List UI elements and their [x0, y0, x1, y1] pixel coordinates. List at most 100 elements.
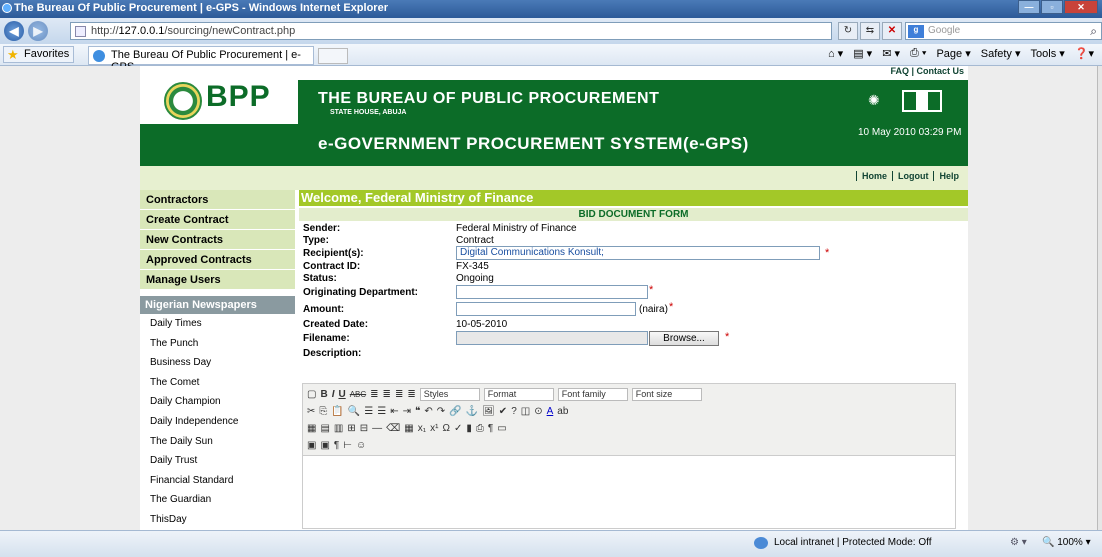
find-icon[interactable]: 🔍 [348, 406, 360, 417]
font-size-select[interactable]: Font size [631, 388, 702, 401]
print-editor-icon[interactable]: ⎙ [476, 423, 484, 434]
format-select[interactable]: Format [483, 388, 554, 401]
department-input[interactable] [456, 285, 648, 299]
styles-select[interactable]: Styles [419, 388, 480, 401]
preview-icon[interactable]: ⊙ [534, 406, 542, 417]
favorites-button[interactable]: ★ Favorites [3, 46, 75, 63]
nonbreaking-icon[interactable]: ⊢ [343, 440, 352, 451]
stop-icon[interactable]: ✕ [882, 22, 902, 40]
copy-icon[interactable]: ⎘ [319, 406, 327, 417]
cell-props-icon[interactable]: ▥ [334, 423, 343, 434]
undo-icon[interactable]: ↶ [424, 406, 432, 417]
tools-menu[interactable]: Tools ▾ [1031, 47, 1065, 60]
sidebar-item-contractors[interactable]: Contractors [140, 190, 295, 210]
row-props-icon[interactable]: ▤ [320, 423, 329, 434]
underline-icon[interactable]: U [338, 389, 345, 400]
refresh-icon[interactable]: ↻ [838, 22, 858, 40]
table-icon[interactable]: ▦ [307, 423, 316, 434]
subscript-icon[interactable]: x₁ [418, 423, 426, 434]
cleanup-icon[interactable]: ✔ [499, 406, 507, 417]
newspaper-link[interactable]: The Daily Sun [140, 432, 295, 452]
newspaper-link[interactable]: Financial Standard [140, 471, 295, 491]
justify-icon[interactable]: ≣ [407, 389, 415, 400]
help-link[interactable]: Help [933, 171, 964, 181]
omega-icon[interactable]: Ω [442, 423, 449, 434]
remove-format-icon[interactable]: ⌫ [386, 423, 400, 434]
compat-icon[interactable]: ⇆ [860, 22, 880, 40]
help-icon[interactable]: ❓▾ [1075, 47, 1094, 60]
security-zone[interactable]: Local intranet | Protected Mode: Off [752, 537, 932, 549]
protected-mode-icon[interactable]: ⚙ ▾ [1010, 537, 1027, 548]
recipients-input[interactable]: Digital Communications Konsult; [456, 246, 820, 260]
browser-tab[interactable]: The Bureau Of Public Procurement | e-GPS [88, 46, 314, 73]
text-color-icon[interactable]: A [547, 406, 554, 417]
media-icon[interactable]: ▮ [466, 423, 472, 434]
newspaper-link[interactable]: The Comet [140, 373, 295, 393]
hr-icon[interactable]: — [372, 423, 382, 434]
paste-icon[interactable]: 📋 [331, 406, 343, 417]
strikethrough-icon[interactable]: ABC [350, 390, 366, 399]
sidebar-item-manage-users[interactable]: Manage Users [140, 270, 295, 290]
new-doc-icon[interactable]: ▢ [307, 389, 316, 400]
url-input[interactable]: http://127.0.0.1/sourcing/newContract.ph… [70, 22, 832, 40]
ltr-icon[interactable]: ¶ [488, 423, 493, 434]
align-center-icon[interactable]: ≣ [383, 389, 391, 400]
newspaper-link[interactable]: Daily Times [140, 314, 295, 334]
image-icon[interactable]: 🖼 [482, 406, 495, 417]
search-input[interactable]: g Google ⌕ [905, 22, 1102, 40]
redo-icon[interactable]: ↷ [437, 406, 445, 417]
newspaper-link[interactable]: Business Day [140, 353, 295, 373]
emoticon-icon[interactable]: ☺ [356, 440, 366, 451]
sidebar-item-create-contract[interactable]: Create Contract [140, 210, 295, 230]
template-icon[interactable]: ▣ [307, 440, 316, 451]
maximize-button[interactable]: ▫ [1041, 0, 1063, 14]
rich-text-editor[interactable]: ▢ B I U ABC ≣ ≣ ≣ ≣ Styles Format Font f… [302, 383, 956, 529]
align-right-icon[interactable]: ≣ [395, 389, 403, 400]
print-icon[interactable]: ⎙ ▾ [910, 47, 926, 60]
sidebar-item-approved-contracts[interactable]: Approved Contracts [140, 250, 295, 270]
zoom-level[interactable]: 🔍 100% ▾ [1042, 537, 1091, 548]
minimize-button[interactable]: — [1018, 0, 1040, 14]
sidebar-item-new-contracts[interactable]: New Contracts [140, 230, 295, 250]
newspaper-link[interactable]: Daily Trust [140, 451, 295, 471]
logout-link[interactable]: Logout [891, 171, 934, 181]
vertical-scrollbar[interactable] [1097, 66, 1102, 530]
amount-input[interactable] [456, 302, 636, 316]
delete-row-icon[interactable]: ⊟ [360, 423, 368, 434]
cut-icon[interactable]: ✂ [307, 406, 315, 417]
visual-aid-icon[interactable]: ▦ [404, 423, 413, 434]
numbered-list-icon[interactable]: ☰ [377, 406, 386, 417]
home-icon[interactable]: ⌂ ▾ [828, 47, 843, 60]
layer-icon[interactable]: ▣ [320, 440, 329, 451]
newspaper-link[interactable]: The Guardian [140, 490, 295, 510]
browse-button[interactable]: Browse... [649, 331, 719, 346]
bold-icon[interactable]: B [320, 389, 327, 400]
italic-icon[interactable]: I [332, 389, 335, 400]
newspaper-link[interactable]: The Punch [140, 334, 295, 354]
align-left-icon[interactable]: ≣ [370, 389, 378, 400]
highlight-icon[interactable]: ab [557, 406, 568, 417]
indent-icon[interactable]: ⇥ [403, 406, 411, 417]
safety-menu[interactable]: Safety ▾ [981, 47, 1021, 60]
paragraph-icon[interactable]: ¶ [334, 440, 339, 451]
faq-contact-link[interactable]: FAQ | Contact Us [890, 66, 964, 76]
font-family-select[interactable]: Font family [557, 388, 628, 401]
newspaper-link[interactable]: ThisDay [140, 510, 295, 530]
back-icon[interactable]: ◀ [4, 21, 24, 41]
help-editor-icon[interactable]: ? [511, 406, 517, 417]
search-icon[interactable]: ⌕ [1090, 24, 1097, 39]
html-icon[interactable]: ◫ [521, 406, 530, 417]
close-button[interactable]: ✕ [1064, 0, 1098, 14]
link-icon[interactable]: 🔗 [449, 406, 461, 417]
anchor-icon[interactable]: ⚓ [466, 406, 478, 417]
home-link[interactable]: Home [855, 171, 892, 181]
mail-icon[interactable]: ✉ ▾ [882, 47, 900, 60]
newspaper-link[interactable]: Daily Champion [140, 392, 295, 412]
outdent-icon[interactable]: ⇤ [390, 406, 398, 417]
superscript-icon[interactable]: x¹ [430, 423, 438, 434]
blockquote-icon[interactable]: ❝ [415, 406, 420, 417]
feeds-icon[interactable]: ▤ ▾ [853, 47, 872, 60]
insert-row-icon[interactable]: ⊞ [347, 423, 355, 434]
bullet-list-icon[interactable]: ☰ [364, 406, 373, 417]
newspaper-link[interactable]: Daily Independence [140, 412, 295, 432]
